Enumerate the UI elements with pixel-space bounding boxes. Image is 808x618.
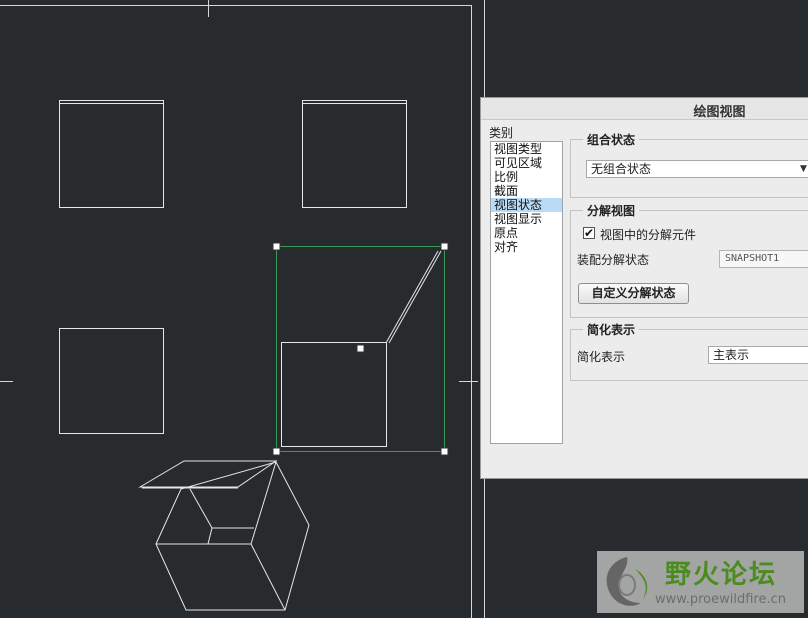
- view-top-right[interactable]: [302, 100, 407, 208]
- category-item-view-state[interactable]: 视图状态: [491, 198, 562, 212]
- iso-inner-3: [250, 461, 277, 545]
- isometric-box-view[interactable]: [138, 460, 310, 611]
- explode-view-title: 分解视图: [583, 202, 640, 219]
- simplified-rep-label: 简化表示: [577, 350, 626, 364]
- watermark-url: www.proewildfire.cn: [655, 592, 786, 607]
- selection-handle-br[interactable]: [440, 447, 449, 456]
- category-list[interactable]: 视图类型 可见区域 比例 截面 视图状态 视图显示 原点 对齐: [490, 141, 563, 444]
- exploded-view-selected[interactable]: [272, 242, 449, 456]
- category-item-view-type[interactable]: 视图类型: [491, 142, 562, 156]
- assembly-explode-state-label: 装配分解状态: [577, 253, 650, 267]
- iso-inner-6: [207, 527, 213, 545]
- combined-state-select[interactable]: 无组合状态 ▼: [586, 160, 808, 178]
- selection-handle-tl[interactable]: [272, 242, 281, 251]
- custom-explode-state-button[interactable]: 自定义分解状态: [578, 283, 689, 304]
- dialog-title: 绘图视图: [693, 105, 746, 120]
- iso-inner-2: [250, 543, 286, 611]
- category-item-view-display[interactable]: 视图显示: [491, 212, 562, 226]
- simplified-rep-value: 主表示: [713, 348, 750, 362]
- category-item-scale[interactable]: 比例: [491, 170, 562, 184]
- forum-watermark: 野火论坛 www.proewildfire.cn: [597, 551, 804, 613]
- exploded-lid-edge-1: [385, 250, 439, 344]
- selection-handle-tr[interactable]: [440, 242, 449, 251]
- selection-handle-bl[interactable]: [272, 447, 281, 456]
- view-top-left[interactable]: [59, 100, 164, 208]
- flame-logo-icon: [606, 557, 648, 606]
- explode-components-label: 视图中的分解元件: [600, 228, 697, 242]
- combined-state-title: 组合状态: [583, 131, 640, 148]
- watermark-title: 野火论坛: [665, 560, 778, 590]
- category-item-alignment[interactable]: 对齐: [491, 240, 562, 254]
- iso-inner-4: [189, 488, 213, 529]
- category-item-origin[interactable]: 原点: [491, 226, 562, 240]
- origin-handle[interactable]: [356, 344, 365, 353]
- chevron-down-icon: ▼: [800, 164, 807, 174]
- combined-state-value: 无组合状态: [591, 162, 652, 176]
- category-item-visible-area[interactable]: 可见区域: [491, 156, 562, 170]
- explode-components-checkbox[interactable]: ✔: [583, 227, 595, 239]
- assembly-explode-state-field[interactable]: SNAPSHOT1: [719, 250, 808, 268]
- category-label: 类别: [489, 126, 514, 140]
- simplified-rep-select[interactable]: 主表示: [708, 346, 808, 364]
- iso-body-outline: [155, 461, 310, 611]
- simplified-rep-title: 简化表示: [583, 321, 640, 338]
- iso-lid: [138, 460, 278, 488]
- drawing-view-dialog: 绘图视图 类别 视图类型 可见区域 比例 截面 视图状态 视图显示 原点 对齐 …: [480, 97, 808, 479]
- exploded-lid-edge-2: [388, 250, 442, 344]
- exploded-box-body: [281, 342, 387, 447]
- category-item-section[interactable]: 截面: [491, 184, 562, 198]
- view-middle-left[interactable]: [59, 328, 164, 434]
- dialog-titlebar[interactable]: 绘图视图: [481, 98, 808, 120]
